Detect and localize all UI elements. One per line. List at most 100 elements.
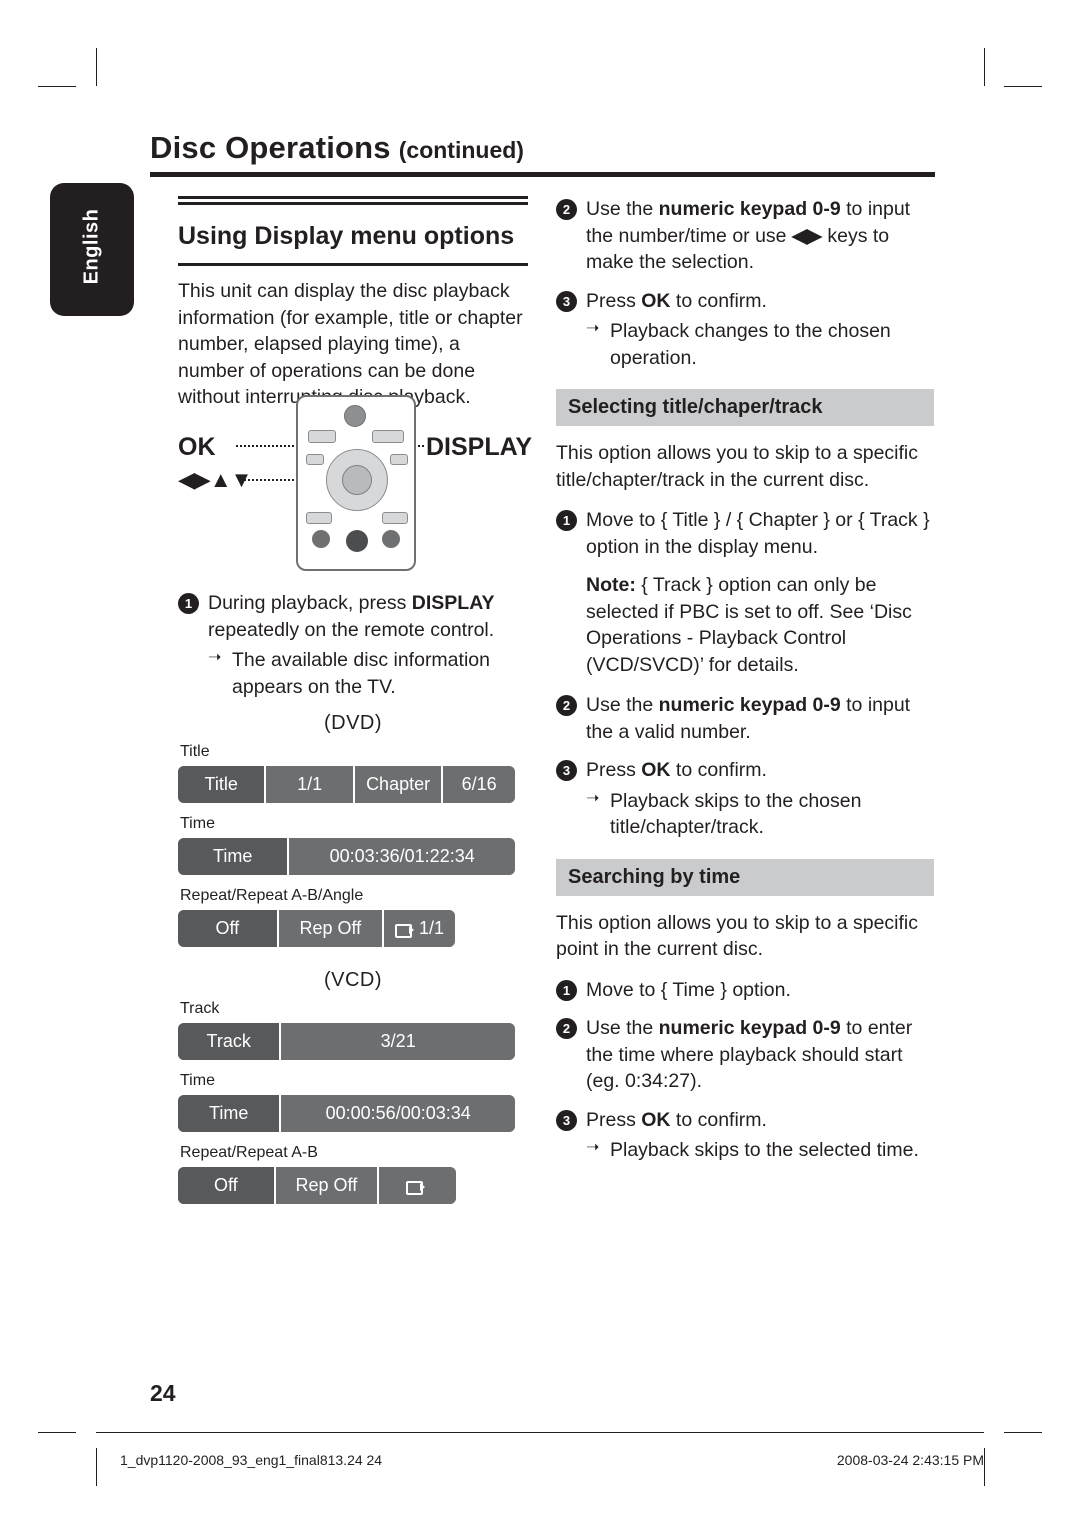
step-searching-press-ok: 3 Press OK to confirm. ➝ Playback skips … xyxy=(556,1107,934,1164)
language-tab-label: English xyxy=(80,208,103,285)
left-column-lower: 1 During playback, press DISPLAY repeate… xyxy=(178,590,528,1216)
remote-right-side-button xyxy=(390,454,408,465)
camera-angle-icon xyxy=(395,922,414,938)
osd-caption-repeat-ab: Repeat/Repeat A-B xyxy=(180,1144,318,1162)
remote-return-title-button xyxy=(306,512,332,524)
step-number-3: 3 xyxy=(556,760,577,782)
sea-step3-bold: OK xyxy=(641,1108,671,1131)
osd-group-track: Track Track 3/21 xyxy=(178,1000,528,1061)
display-callout-label: DISPLAY xyxy=(426,433,533,461)
step2a-pre: Use the xyxy=(586,198,659,220)
step-selecting-press-ok: 3 Press OK to confirm. ➝ Playback skips … xyxy=(556,757,934,841)
camera-angle-icon xyxy=(405,1179,425,1195)
arrow-icon: ➝ xyxy=(586,789,600,807)
ok-callout-label: OK xyxy=(178,433,216,461)
osd-group-repeat-angle: Repeat/Repeat A-B/Angle Off Rep Off 1/1 xyxy=(178,887,528,948)
osd-cell-angle-ab xyxy=(379,1167,456,1205)
sea-step3-post: to confirm. xyxy=(670,1108,767,1131)
sea-step2-bold: numeric keypad 0-9 xyxy=(658,1017,841,1040)
footer-date-info: 2008-03-24 2:43:15 PM xyxy=(836,1452,984,1468)
step-selecting-numeric-input: 2 Use the numeric keypad 0-9 to input th… xyxy=(556,692,934,745)
remote-setup-button xyxy=(382,512,408,524)
ok-callout-leader xyxy=(236,445,294,447)
osd-cell-angle-value: 1/1 xyxy=(419,918,445,939)
osd-cell-rep-off-ab: Rep Off xyxy=(275,1167,380,1205)
step-number-3: 3 xyxy=(556,290,577,312)
nav-callout-leader xyxy=(240,479,294,481)
arrow-icon: ➝ xyxy=(208,649,222,667)
note-label: Note: xyxy=(586,574,636,597)
step-number-1: 1 xyxy=(556,510,577,532)
sel-step3-result: ➝ Playback skips to the chosen title/cha… xyxy=(586,788,934,841)
step2a-bold: numeric keypad 0-9 xyxy=(658,198,841,220)
document-page: Disc Operations (continued) English Using… xyxy=(0,0,1080,1524)
sea-step3-result: ➝ Playback skips to the selected time. xyxy=(586,1137,934,1164)
osd-bar-time-vcd: Time 00:00:56/00:03:34 xyxy=(178,1095,515,1133)
osd-bar-track: Track 3/21 xyxy=(178,1023,515,1061)
step1-result: ➝ The available disc information appears… xyxy=(208,647,528,700)
crop-mark-bottom-right-v xyxy=(984,1448,985,1486)
step-number-3: 3 xyxy=(556,1109,577,1131)
crop-mark-top-left-v xyxy=(96,48,97,86)
crop-mark-top-right-h xyxy=(1004,86,1042,87)
step-number-2: 2 xyxy=(556,199,577,220)
heading-searching-by-time: Searching by time xyxy=(556,858,934,896)
osd-caption-time-vcd: Time xyxy=(180,1072,215,1090)
step1-result-text: The available disc information appears o… xyxy=(232,649,490,698)
osd-bar-repeat-angle: Off Rep Off 1/1 xyxy=(178,910,455,948)
sel-step1-text: Move to { Title } / { Chapter } or { Tra… xyxy=(586,509,930,558)
osd-cell-track-label: Track xyxy=(178,1023,282,1061)
sel-step2-bold: numeric keypad 0-9 xyxy=(658,694,841,717)
osd-cell-title-label: Title xyxy=(178,766,267,804)
sel-step3-pre: Press xyxy=(586,759,642,782)
vcd-osd-label: (VCD) xyxy=(323,969,383,992)
sel-step3-bold: OK xyxy=(641,759,671,782)
step1-suffix: repeatedly on the remote control. xyxy=(208,618,495,641)
osd-caption-title: Title xyxy=(180,743,210,761)
crop-mark-top-left-h xyxy=(38,86,76,87)
sel-step2-pre: Use the xyxy=(586,694,659,717)
searching-intro: This option allows you to skip to a spec… xyxy=(556,911,919,961)
osd-bar-time-dvd: Time 00:03:36/01:22:34 xyxy=(178,838,515,876)
osd-cell-time-value-vcd: 00:00:56/00:03:34 xyxy=(281,1095,515,1133)
step-numeric-keypad-input: 2 Use the numeric keypad 0-9 to input th… xyxy=(556,196,934,276)
left-right-keys-icon: ◀▶ xyxy=(791,224,822,247)
step-move-to-time: 1 Move to { Time } option. xyxy=(556,977,934,1004)
osd-cell-track-value: 3/21 xyxy=(281,1023,515,1061)
remote-left-side-button xyxy=(306,454,324,465)
remote-ok-button xyxy=(342,465,372,495)
section-heading-display-menu: Using Display menu options xyxy=(178,222,515,250)
right-column: 2 Use the numeric keypad 0-9 to input th… xyxy=(556,196,934,1176)
page-title: Disc Operations (continued) xyxy=(150,130,935,166)
arrow-icon: ➝ xyxy=(586,1139,600,1157)
osd-caption-time-dvd: Time xyxy=(180,815,215,833)
note-text: { Track } option can only be selected if… xyxy=(586,574,912,676)
remote-play-pause-button xyxy=(346,530,368,552)
sea-step3-result-text: Playback skips to the selected time. xyxy=(610,1139,919,1162)
osd-group-title: Title Title 1/1 Chapter 6/16 xyxy=(178,743,528,804)
page-title-sub: (continued) xyxy=(398,137,524,163)
dvd-osd-label: (DVD) xyxy=(323,712,383,735)
sea-step1-text: Move to { Time } option. xyxy=(586,978,791,1001)
selecting-intro: This option allows you to skip to a spec… xyxy=(556,442,919,491)
footer-file-info: 1_dvp1120-2008_93_eng1_final813.24 24 xyxy=(120,1452,383,1468)
sea-step3-pre: Press xyxy=(586,1108,642,1131)
language-tab: English xyxy=(50,183,134,316)
step-number-1: 1 xyxy=(178,593,199,614)
osd-caption-repeat-angle: Repeat/Repeat A-B/Angle xyxy=(180,887,364,905)
osd-cell-chapter-value: 6/16 xyxy=(443,766,515,804)
page-number: 24 xyxy=(150,1380,176,1406)
step-display-press: 1 During playback, press DISPLAY repeate… xyxy=(178,590,528,700)
heading-selecting-title-chapter-track: Selecting title/chaper/track xyxy=(556,389,934,427)
remote-power-button xyxy=(344,405,366,427)
osd-group-repeat-ab: Repeat/Repeat A-B Off Rep Off xyxy=(178,1144,528,1205)
osd-cell-rep-off: Rep Off xyxy=(278,910,385,948)
step3a-result: ➝ Playback changes to the chosen operati… xyxy=(586,318,934,371)
osd-cell-angle: 1/1 xyxy=(384,910,455,948)
osd-cell-time-label-dvd: Time xyxy=(178,838,290,876)
osd-cell-time-label-vcd: Time xyxy=(178,1095,282,1133)
step1-prefix: During playback, press xyxy=(208,592,412,614)
crop-mark-top-right-v xyxy=(984,48,985,86)
osd-bar-repeat-ab: Off Rep Off xyxy=(178,1167,456,1205)
crop-mark-bottom-left-v xyxy=(96,1448,97,1486)
